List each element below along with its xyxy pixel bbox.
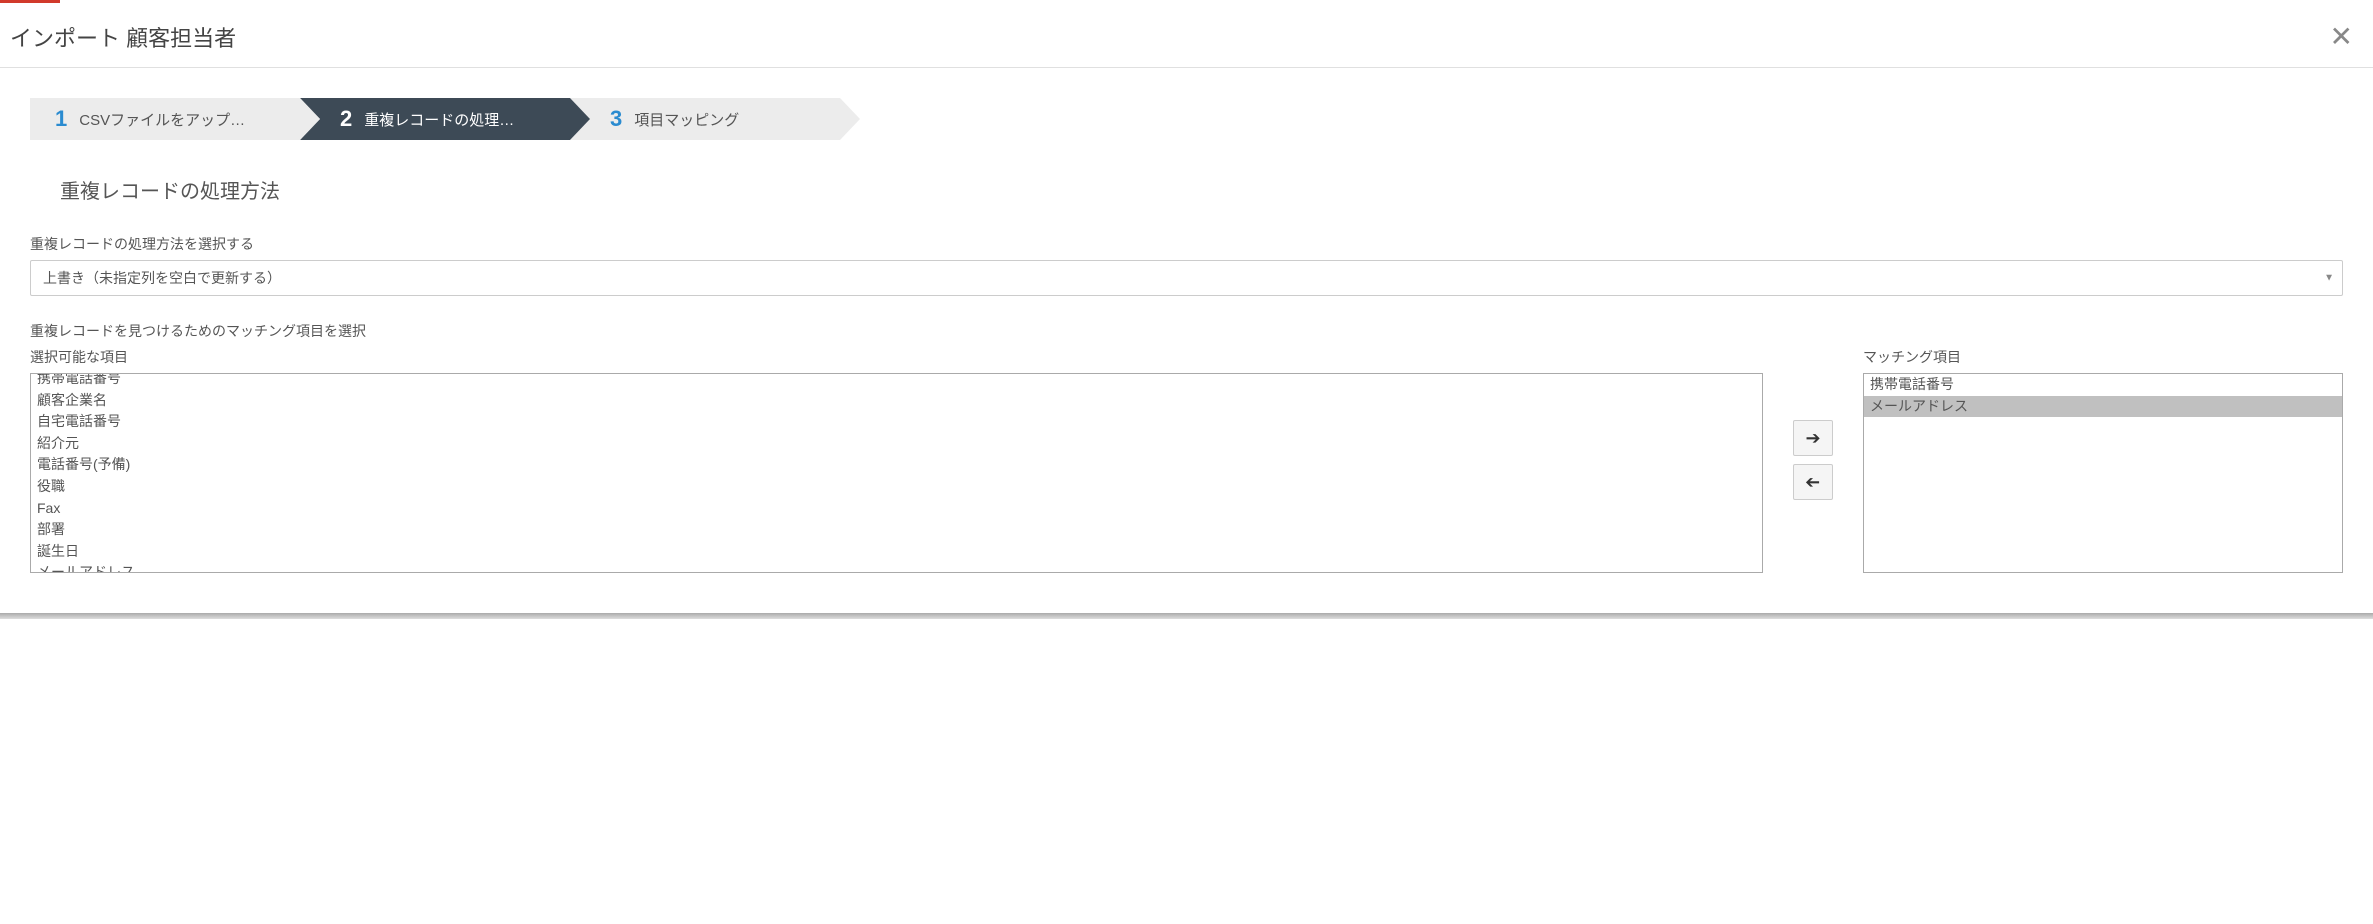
step-number: 1 [55,106,67,132]
duplicate-method-select[interactable]: 上書き（未指定列を空白で更新する） ▼ [30,260,2343,296]
step-number: 2 [340,106,352,132]
matching-items-listbox[interactable]: 携帯電話番号メールアドレス [1863,373,2343,573]
duplicate-method-label: 重複レコードの処理方法を選択する [30,234,2343,254]
step-number: 3 [610,106,622,132]
close-icon[interactable]: ✕ [2330,23,2353,51]
list-item[interactable]: メールアドレス [31,562,1762,573]
modal-header: インポート 顧客担当者 ✕ [0,3,2373,68]
chevron-down-icon: ▼ [2324,273,2334,284]
wizard-step-1[interactable]: 1 CSVファイルをアップ… [30,98,300,140]
list-item[interactable]: 誕生日 [31,541,1762,563]
list-item[interactable]: 顧客企業名 [31,390,1762,412]
matching-items-label: マッチング項目 [1863,347,2343,367]
section-title: 重複レコードの処理方法 [60,175,2343,204]
available-items-label: 選択可能な項目 [30,347,1763,367]
list-item[interactable]: 電話番号(予備) [31,454,1762,476]
wizard-step-3[interactable]: 3 項目マッピング [570,98,840,140]
page-title: インポート 顧客担当者 [10,21,236,53]
step-label: CSVファイルをアップ… [79,109,245,130]
arrow-right-icon: ➔ [1805,428,1820,449]
list-item[interactable]: 携帯電話番号 [31,373,1762,390]
arrow-left-icon: ➔ [1805,472,1820,493]
list-item[interactable]: 部署 [31,519,1762,541]
wizard-steps: 1 CSVファイルをアップ… 2 重複レコードの処理… 3 項目マッピング [30,98,2343,140]
step-label: 重複レコードの処理… [364,109,514,130]
wizard-step-2[interactable]: 2 重複レコードの処理… [300,98,570,140]
move-left-button[interactable]: ➔ [1793,464,1833,500]
list-item[interactable]: 紹介元 [31,433,1762,455]
available-items-listbox[interactable]: 携帯電話番号顧客企業名自宅電話番号紹介元電話番号(予備)役職Fax部署誕生日メー… [30,373,1763,573]
list-item[interactable]: 自宅電話番号 [31,411,1762,433]
list-item[interactable]: 役職 [31,476,1762,498]
move-right-button[interactable]: ➔ [1793,420,1833,456]
select-value: 上書き（未指定列を空白で更新する） [43,268,281,288]
list-item[interactable]: Fax [31,498,1762,520]
matching-label: 重複レコードを見つけるためのマッチング項目を選択 [30,321,2343,341]
step-label: 項目マッピング [634,109,739,130]
list-item[interactable]: 携帯電話番号 [1864,374,2342,396]
list-item[interactable]: メールアドレス [1864,396,2342,418]
